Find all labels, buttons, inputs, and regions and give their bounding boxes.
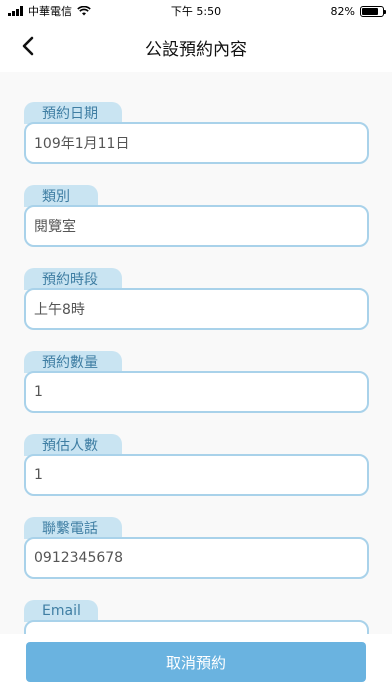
- headcount-field[interactable]: 1: [24, 454, 369, 496]
- chevron-left-icon: [22, 36, 34, 56]
- nav-bar: 公設預約內容: [0, 22, 392, 72]
- status-bar: 中華電信 下午 5:50 82%: [0, 0, 392, 22]
- field-label: 類別: [24, 185, 98, 207]
- field-label: 預約日期: [24, 102, 122, 124]
- field-label: Email: [24, 600, 98, 622]
- booking-date-field[interactable]: 109年1月11日: [24, 122, 369, 164]
- field-label: 預約數量: [24, 351, 122, 373]
- time-slot-field[interactable]: 上午8時: [24, 288, 369, 330]
- status-right: 82%: [330, 4, 386, 18]
- bottom-action-bar: 取消預約: [0, 634, 392, 696]
- cancel-booking-button[interactable]: 取消預約: [26, 642, 366, 682]
- phone-field[interactable]: 0912345678: [24, 537, 369, 579]
- wifi-icon: [77, 6, 91, 16]
- field-label: 預約時段: [24, 268, 122, 290]
- category-field[interactable]: 閱覽室: [24, 205, 369, 247]
- signal-icon: [8, 6, 23, 16]
- status-left: 中華電信: [8, 3, 91, 19]
- battery-icon: [360, 5, 386, 17]
- email-field[interactable]: [24, 620, 369, 634]
- field-label: 預估人數: [24, 434, 122, 456]
- back-button[interactable]: [14, 32, 42, 60]
- battery-fill: [362, 7, 379, 15]
- field-label: 聯繫電話: [24, 517, 122, 539]
- carrier-label: 中華電信: [28, 5, 72, 18]
- battery-percent: 82%: [330, 4, 355, 18]
- booking-detail-form[interactable]: 預約日期 109年1月11日 類別 閱覽室 預約時段 上午8時 預約數量 1 預…: [0, 72, 392, 634]
- page-title: 公設預約內容: [145, 39, 247, 60]
- quantity-field[interactable]: 1: [24, 371, 369, 413]
